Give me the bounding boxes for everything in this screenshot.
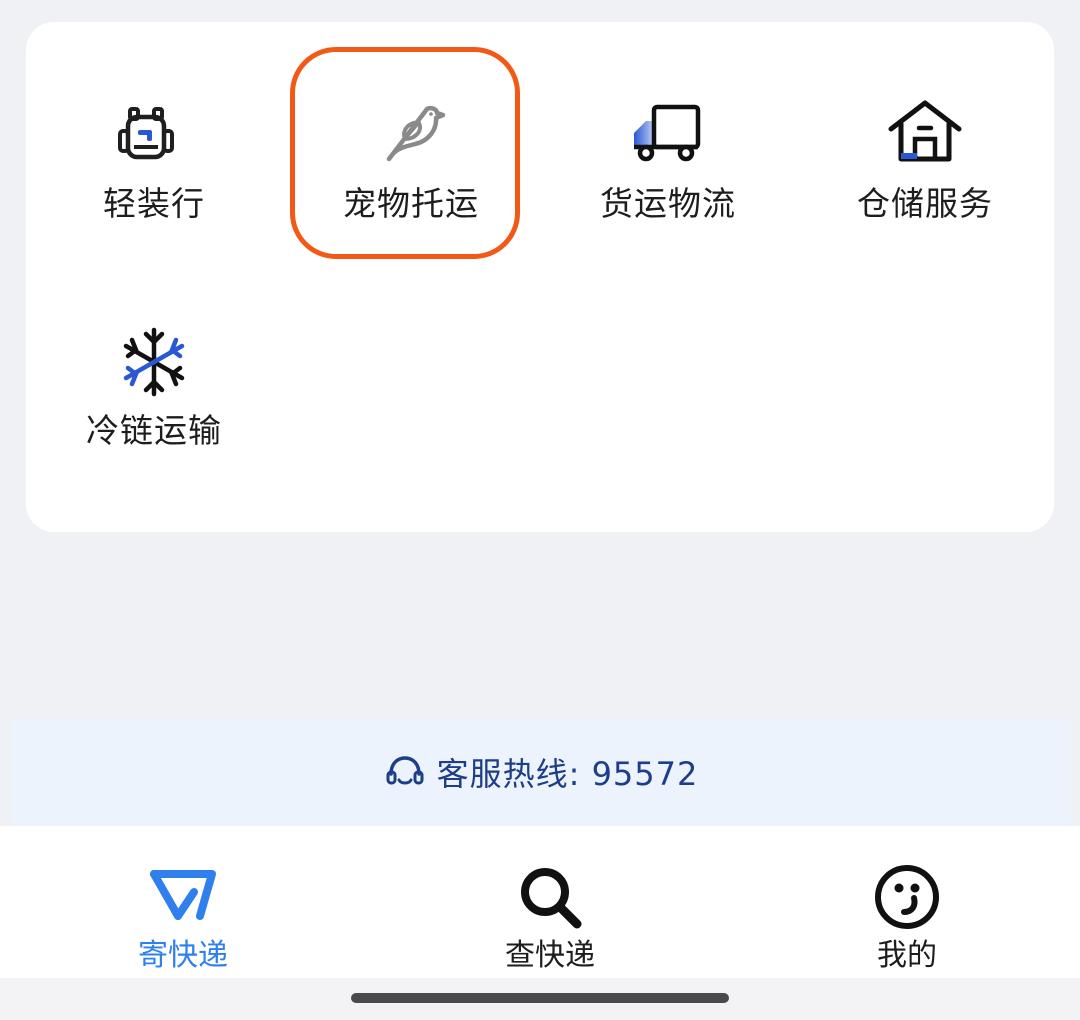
service-pet-shipping[interactable]: 宠物托运 [311,52,511,252]
tab-track-express[interactable]: 查快递 [450,826,650,978]
service-label: 冷链运输 [86,411,222,450]
customer-hotline-bar[interactable]: 客服热线: 95572 [11,718,1070,826]
home-indicator[interactable] [351,993,729,1003]
search-icon [521,868,582,929]
tab-label: 查快递 [505,938,595,973]
service-label: 轻装行 [103,184,205,223]
tab-label: 我的 [877,938,937,973]
tab-label: 寄快递 [138,938,228,973]
headset-icon [386,756,424,785]
snowflake-icon [123,327,185,397]
service-label: 仓储服务 [857,184,993,223]
smiley-icon [875,865,939,929]
home-indicator-area [0,978,1080,1020]
warehouse-icon [888,100,962,162]
service-warehousing[interactable]: 仓储服务 [825,52,1025,252]
send-icon [150,870,216,920]
page: 轻装行 宠物托运 货运物流 仓储服务 冷链运输 客服热线: 95572 寄快递 … [0,0,1080,1020]
service-label: 货运物流 [600,184,736,223]
bottom-tab-bar: 寄快递 查快递 我的 [0,826,1080,978]
service-label: 宠物托运 [343,184,479,223]
service-cold-chain[interactable]: 冷链运输 [54,279,254,479]
service-freight-logistics[interactable]: 货运物流 [568,52,768,252]
bird-icon [386,105,446,162]
backpack-icon [118,107,174,160]
truck-icon [634,104,701,162]
services-card: 轻装行 宠物托运 货运物流 仓储服务 冷链运输 [26,22,1054,532]
tab-send-express[interactable]: 寄快递 [83,826,283,978]
service-light-luggage[interactable]: 轻装行 [54,52,254,252]
tab-mine[interactable]: 我的 [807,826,1007,978]
hotline-text: 客服热线: 95572 [436,755,699,793]
